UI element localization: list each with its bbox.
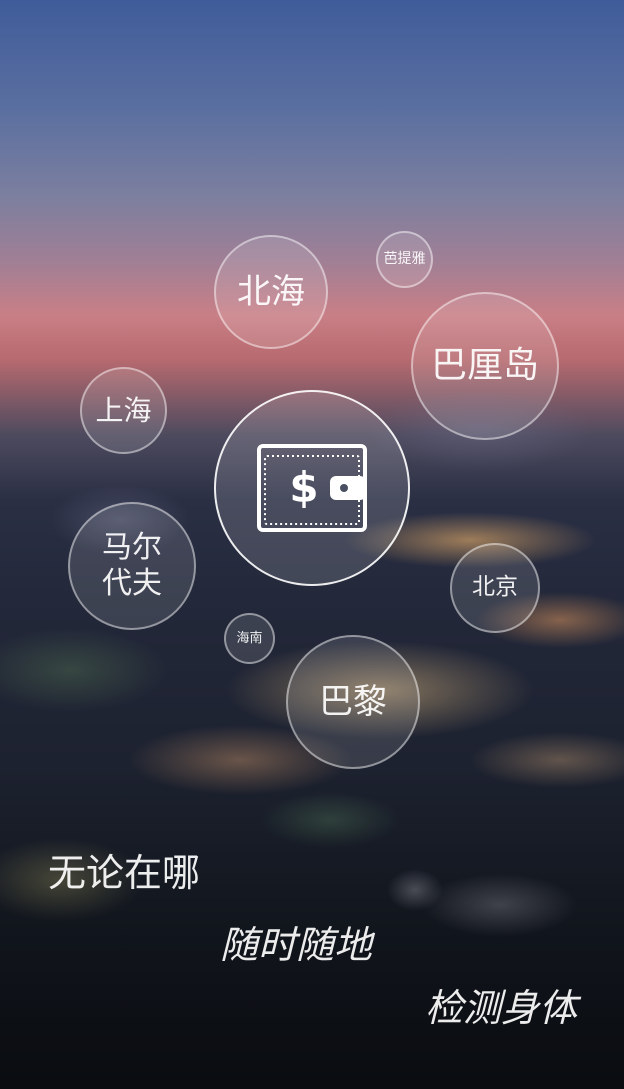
destination-bubble-shanghai[interactable]: 上海 [80,367,167,454]
slogan-line-3: 检测身体 [425,986,578,1030]
destination-label: 巴黎 [319,681,387,722]
slogan-line-2: 随时随地 [220,923,373,967]
center-wallet-button[interactable]: $ [214,390,410,586]
destination-label: 北京 [472,574,518,601]
destination-bubble-hainan[interactable]: 海南 [224,613,275,664]
destination-bubble-maldives[interactable]: 马尔 代夫 [68,502,196,630]
slogan-line-1: 无论在哪 [48,851,201,895]
destination-bubble-beijing[interactable]: 北京 [450,543,540,633]
destination-label: 海南 [236,630,263,646]
destination-bubble-pattaya[interactable]: 芭提雅 [376,231,433,288]
dollar-symbol: $ [289,463,318,512]
destination-bubble-bali[interactable]: 巴厘岛 [411,292,559,440]
destination-label: 马尔 代夫 [102,530,162,601]
destination-label: 芭提雅 [383,251,426,268]
destination-label: 上海 [95,393,152,427]
destination-bubble-paris[interactable]: 巴黎 [286,635,420,769]
destination-label: 北海 [237,271,305,312]
wallet-dollar-icon: $ [257,444,367,532]
destination-label: 巴厘岛 [430,345,539,387]
destination-bubble-beihai[interactable]: 北海 [214,235,328,349]
